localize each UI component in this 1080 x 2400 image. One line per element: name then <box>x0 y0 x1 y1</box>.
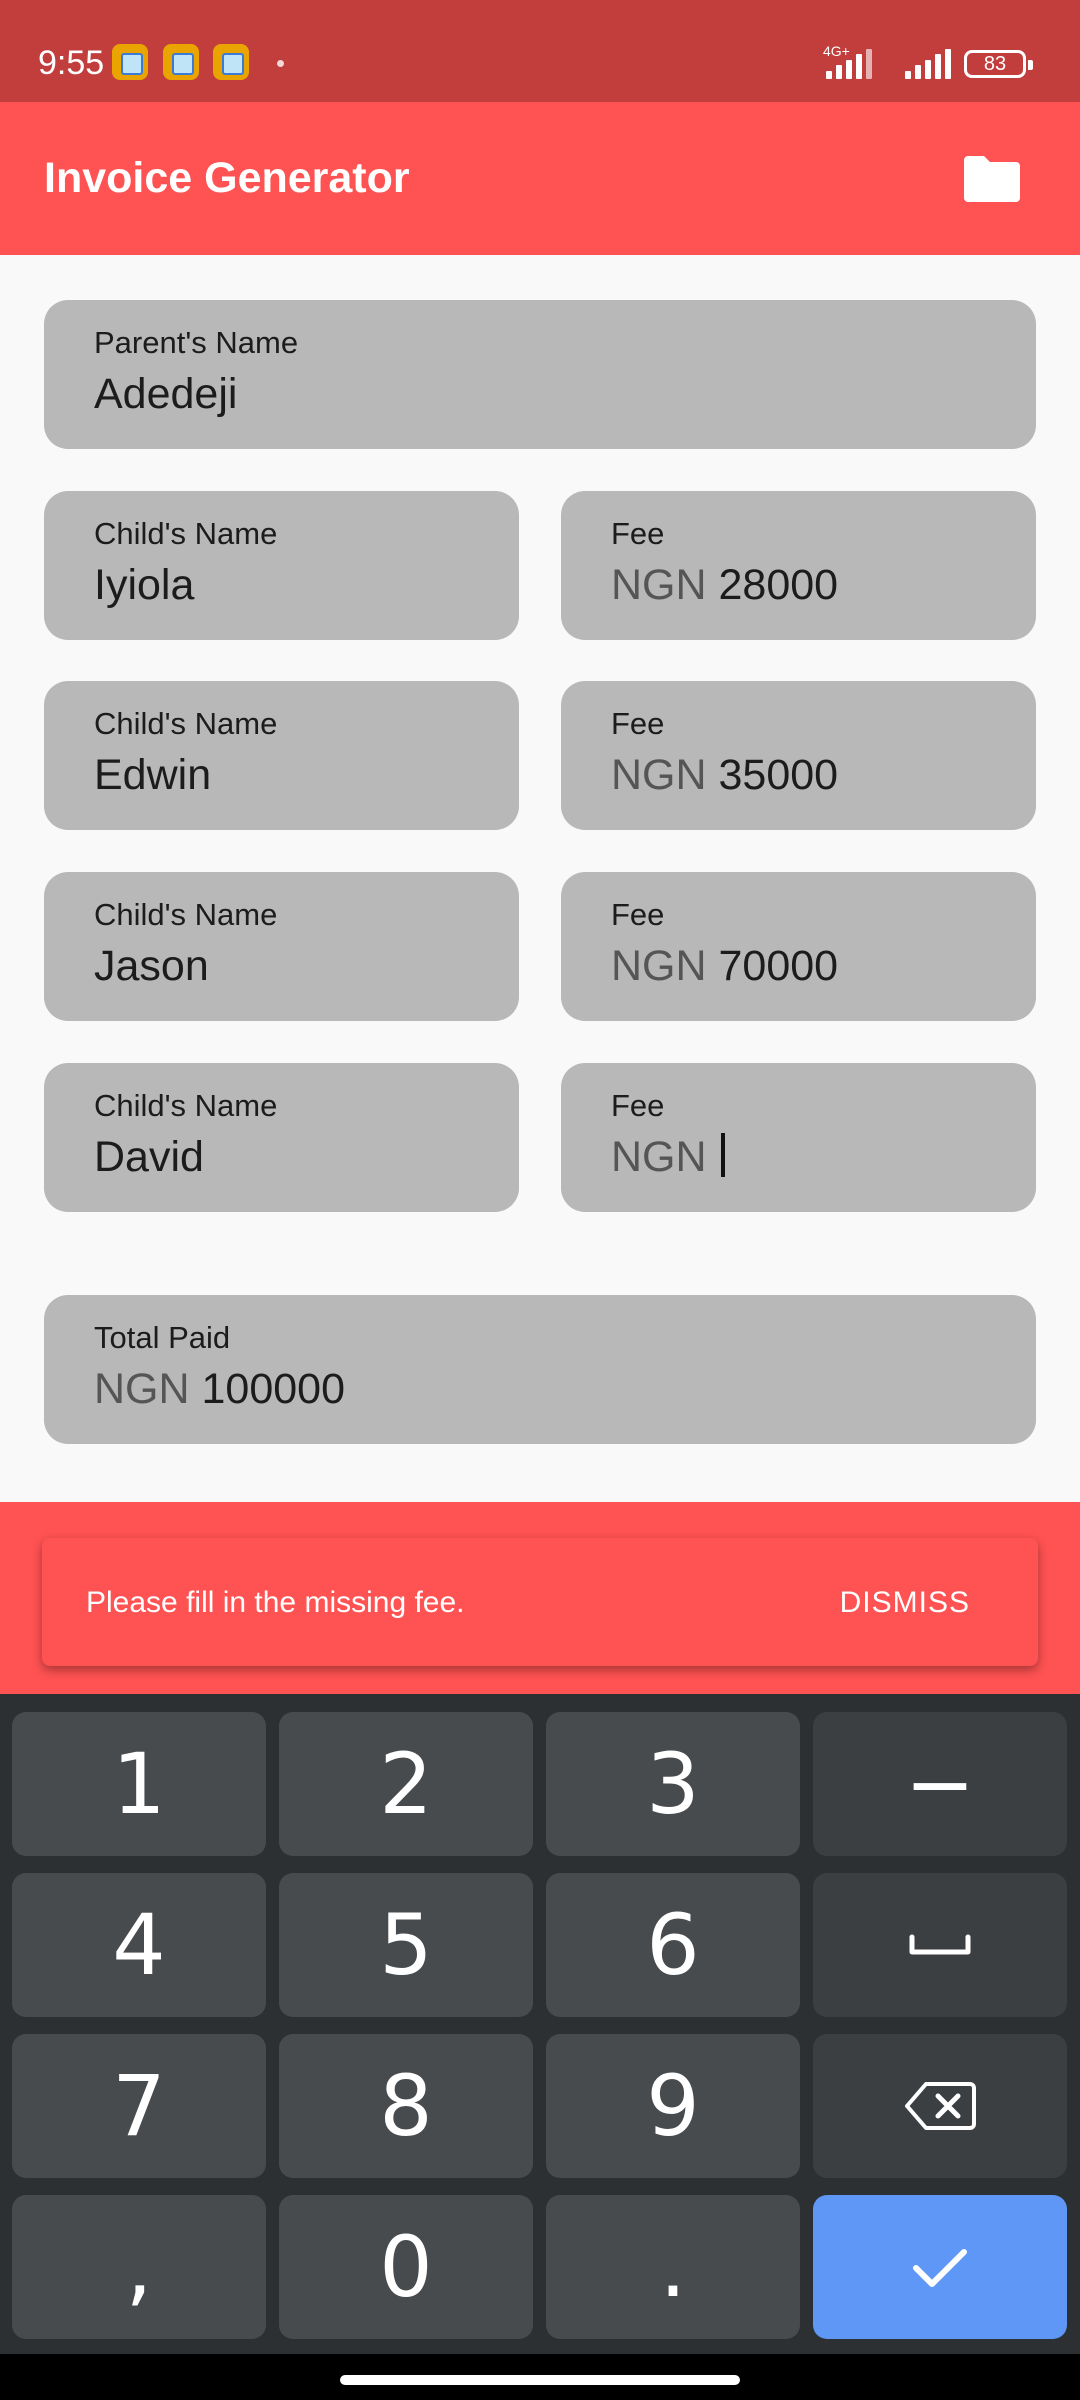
fee-field[interactable]: Fee NGN 35000 <box>561 681 1036 830</box>
snackbar-message: Please fill in the missing fee. <box>86 1586 465 1619</box>
more-notifications-dot <box>277 60 284 67</box>
backspace-icon <box>905 2082 976 2130</box>
field-label: Child's Name <box>94 897 278 932</box>
status-time: 9:55 <box>38 44 105 82</box>
field-value: Jason <box>94 942 209 990</box>
folder-icon[interactable] <box>964 156 1020 202</box>
field-label: Parent's Name <box>94 325 299 360</box>
key-comma[interactable]: , <box>12 2195 266 2339</box>
home-indicator[interactable] <box>340 2375 740 2385</box>
field-value: NGN 28000 <box>611 561 838 610</box>
app-title: Invoice Generator <box>44 154 410 202</box>
field-label: Child's Name <box>94 706 278 741</box>
check-icon <box>913 2249 967 2287</box>
fee-value: 28000 <box>718 561 839 609</box>
signal-icon <box>826 49 872 79</box>
navigation-bar <box>0 2354 1080 2400</box>
key-8[interactable]: 8 <box>279 2034 533 2178</box>
child-name-field[interactable]: Child's Name Edwin <box>44 681 519 830</box>
currency-prefix: NGN <box>611 1133 707 1181</box>
currency-prefix: NGN <box>611 561 707 609</box>
field-label: Fee <box>611 1088 665 1123</box>
space-key[interactable] <box>813 1873 1067 2017</box>
currency-prefix: NGN <box>94 1365 190 1413</box>
key-4[interactable]: 4 <box>12 1873 266 2017</box>
field-label: Child's Name <box>94 1088 278 1123</box>
field-value: David <box>94 1133 204 1181</box>
battery-icon: 83 <box>964 50 1033 78</box>
currency-prefix: NGN <box>611 751 707 799</box>
parent-name-field[interactable]: Parent's Name Adedeji <box>44 300 1036 449</box>
key-0[interactable]: 0 <box>279 2195 533 2339</box>
notification-icon <box>213 44 249 80</box>
total-value: 100000 <box>201 1365 346 1413</box>
fee-field[interactable]: Fee NGN 28000 <box>561 491 1036 640</box>
key-7[interactable]: 7 <box>12 2034 266 2178</box>
backspace-key[interactable] <box>813 2034 1067 2178</box>
snackbar-area: Please fill in the missing fee. DISMISS <box>0 1502 1080 1694</box>
field-label: Fee <box>611 706 665 741</box>
key-9[interactable]: 9 <box>546 2034 800 2178</box>
key-3[interactable]: 3 <box>546 1712 800 1856</box>
field-value: NGN 35000 <box>611 751 838 800</box>
done-key[interactable] <box>813 2195 1067 2339</box>
app-bar: Invoice Generator <box>0 102 1080 255</box>
field-value: Iyiola <box>94 561 195 609</box>
fee-field[interactable]: Fee NGN 70000 <box>561 872 1036 1021</box>
snackbar: Please fill in the missing fee. DISMISS <box>42 1538 1038 1666</box>
key-2[interactable]: 2 <box>279 1712 533 1856</box>
numeric-keyboard: 1 2 3 − 4 5 6 7 8 9 , 0 . <box>0 1694 1080 2354</box>
signal-icon <box>905 49 951 79</box>
fee-value: 35000 <box>718 751 839 799</box>
key-minus[interactable]: − <box>813 1712 1067 1856</box>
currency-prefix: NGN <box>611 942 707 990</box>
status-bar: 9:55 4G+ 83 <box>0 0 1080 102</box>
text-cursor <box>720 1133 725 1177</box>
key-5[interactable]: 5 <box>279 1873 533 2017</box>
space-icon <box>909 1934 971 1955</box>
key-6[interactable]: 6 <box>546 1873 800 2017</box>
child-name-field[interactable]: Child's Name David <box>44 1063 519 1212</box>
total-paid-field[interactable]: Total Paid NGN 100000 <box>44 1295 1036 1444</box>
field-label: Fee <box>611 516 665 551</box>
fee-field-active[interactable]: Fee NGN <box>561 1063 1036 1212</box>
dismiss-button[interactable]: DISMISS <box>840 1586 970 1620</box>
key-1[interactable]: 1 <box>12 1712 266 1856</box>
field-value: NGN <box>611 1133 725 1182</box>
fee-value: 70000 <box>718 942 839 990</box>
field-label: Child's Name <box>94 516 278 551</box>
field-label: Total Paid <box>94 1320 231 1355</box>
key-period[interactable]: . <box>546 2195 800 2339</box>
notification-icon <box>112 44 148 80</box>
field-value: Adedeji <box>94 370 238 418</box>
notification-icon <box>163 44 199 80</box>
child-name-field[interactable]: Child's Name Jason <box>44 872 519 1021</box>
field-label: Fee <box>611 897 665 932</box>
child-name-field[interactable]: Child's Name Iyiola <box>44 491 519 640</box>
field-value: NGN 100000 <box>94 1365 345 1414</box>
field-value: NGN 70000 <box>611 942 838 991</box>
field-value: Edwin <box>94 751 212 799</box>
